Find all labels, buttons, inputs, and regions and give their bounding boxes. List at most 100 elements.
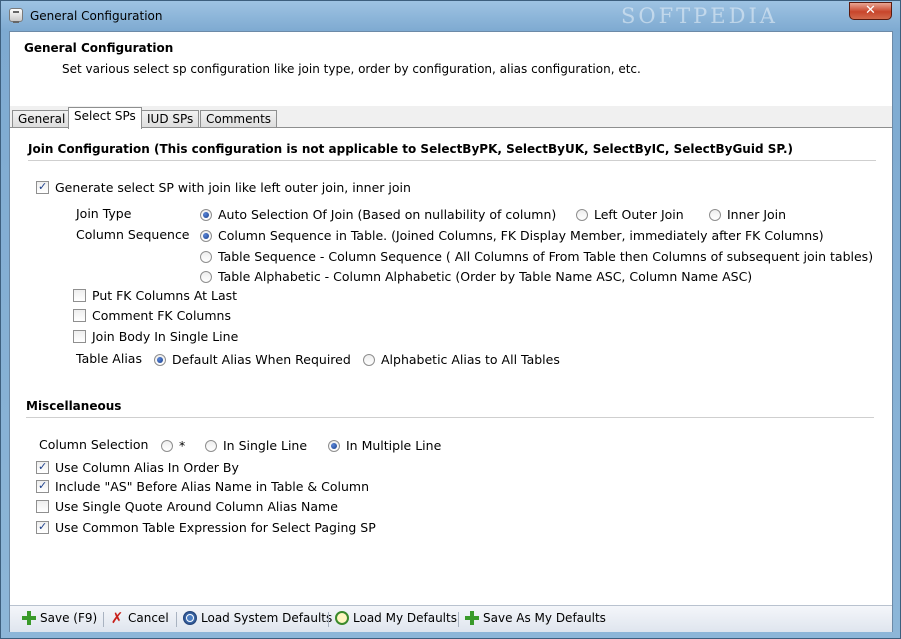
- column-sequence-table-label: Column Sequence in Table. (Joined Column…: [218, 228, 824, 243]
- generate-join-checkbox[interactable]: Generate select SP with join like left o…: [36, 180, 411, 195]
- toolbar-separator: [458, 612, 459, 627]
- tab-iud-sps[interactable]: IUD SPs: [141, 110, 200, 128]
- checkbox-box[interactable]: [36, 500, 49, 513]
- radio-dot[interactable]: [200, 229, 212, 242]
- radio-dot[interactable]: [161, 439, 173, 452]
- column-selection-star-radio[interactable]: *: [161, 438, 185, 453]
- checkbox-box[interactable]: [73, 309, 86, 322]
- radio-dot[interactable]: [709, 208, 721, 221]
- cte-paging-checkbox[interactable]: Use Common Table Expression for Select P…: [36, 520, 376, 535]
- column-selection-single-line-label: In Single Line: [223, 438, 308, 453]
- radio-dot[interactable]: [200, 208, 212, 221]
- toolbar-separator: [103, 612, 104, 627]
- join-type-left-outer-label: Left Outer Join: [594, 207, 684, 222]
- save-as-my-defaults-plus-icon: [465, 611, 479, 625]
- checkbox-box[interactable]: [36, 479, 49, 493]
- join-body-single-line-checkbox[interactable]: Join Body In Single Line: [73, 329, 238, 344]
- cancel-button-label: Cancel: [128, 611, 169, 625]
- checkbox-box[interactable]: [36, 460, 49, 474]
- join-type-left-outer-radio[interactable]: Left Outer Join: [576, 207, 684, 222]
- column-selection-multiple-line-label: In Multiple Line: [346, 438, 442, 453]
- toolbar-separator: [328, 612, 329, 627]
- cancel-button[interactable]: ✗ Cancel: [110, 609, 169, 627]
- save-button[interactable]: Save (F9): [22, 611, 97, 625]
- radio-dot[interactable]: [576, 208, 588, 221]
- join-config-title: Join Configuration (This configuration i…: [28, 142, 793, 156]
- header-description: Set various select sp configuration like…: [62, 62, 641, 76]
- title-bar[interactable]: General Configuration SOFTPEDIA ✕: [1, 1, 900, 31]
- column-alias-order-by-checkbox[interactable]: Use Column Alias In Order By: [36, 460, 239, 475]
- header-title: General Configuration: [24, 41, 174, 55]
- put-fk-columns-last-checkbox[interactable]: Put FK Columns At Last: [73, 288, 237, 303]
- save-button-label: Save (F9): [40, 611, 98, 625]
- column-selection-label: Column Selection: [39, 437, 149, 452]
- load-my-defaults-icon: [335, 611, 349, 625]
- tab-select-sps[interactable]: Select SPs: [68, 107, 142, 129]
- checkbox-box[interactable]: [73, 330, 86, 343]
- column-selection-single-line-radio[interactable]: In Single Line: [205, 438, 307, 453]
- include-as-checkbox[interactable]: Include "AS" Before Alias Name in Table …: [36, 479, 369, 494]
- toolbar-separator: [176, 612, 177, 627]
- comment-fk-columns-label: Comment FK Columns: [92, 308, 231, 323]
- join-config-divider: [28, 160, 876, 161]
- join-type-auto-label: Auto Selection Of Join (Based on nullabi…: [218, 207, 557, 222]
- load-my-defaults-button[interactable]: Load My Defaults: [335, 611, 457, 625]
- window-title: General Configuration: [30, 9, 163, 23]
- column-selection-star-label: *: [179, 438, 186, 453]
- load-system-defaults-button[interactable]: Load System Defaults: [183, 611, 332, 625]
- join-type-inner-label: Inner Join: [727, 207, 787, 222]
- table-alias-default-label: Default Alias When Required: [172, 352, 351, 367]
- tab-general[interactable]: General: [12, 110, 72, 128]
- app-icon: [9, 8, 23, 23]
- cancel-x-icon: ✗: [110, 609, 124, 627]
- single-quote-alias-checkbox[interactable]: Use Single Quote Around Column Alias Nam…: [36, 499, 338, 514]
- watermark-logo: SOFTPEDIA: [621, 4, 778, 28]
- join-type-label: Join Type: [76, 206, 132, 221]
- radio-dot[interactable]: [363, 353, 375, 366]
- column-sequence-table-seq-label: Table Sequence - Column Sequence ( All C…: [218, 249, 874, 264]
- tab-comments[interactable]: Comments: [200, 110, 278, 128]
- checkbox-box[interactable]: [36, 180, 49, 194]
- bottom-toolbar: Save (F9) ✗ Cancel Load System Defaults …: [10, 605, 892, 632]
- column-sequence-alpha-radio[interactable]: Table Alphabetic - Column Alphabetic (Or…: [200, 269, 752, 284]
- column-sequence-label: Column Sequence: [76, 227, 190, 242]
- close-button[interactable]: ✕: [849, 2, 892, 20]
- dialog-client: General Configuration Set various select…: [9, 31, 893, 632]
- radio-dot[interactable]: [328, 439, 340, 452]
- column-selection-multiple-line-radio[interactable]: In Multiple Line: [328, 438, 441, 453]
- table-alias-label: Table Alias: [76, 351, 142, 366]
- radio-dot[interactable]: [154, 353, 166, 366]
- column-sequence-table-seq-radio[interactable]: Table Sequence - Column Sequence ( All C…: [200, 249, 873, 264]
- dialog-header: General Configuration Set various select…: [10, 32, 892, 107]
- checkbox-box[interactable]: [36, 520, 49, 534]
- tab-strip: General Select SPs IUD SPs Comments: [10, 106, 892, 129]
- join-body-single-line-label: Join Body In Single Line: [92, 329, 239, 344]
- join-type-auto-radio[interactable]: Auto Selection Of Join (Based on nullabi…: [200, 207, 556, 222]
- column-sequence-alpha-label: Table Alphabetic - Column Alphabetic (Or…: [218, 269, 753, 284]
- save-as-my-defaults-button[interactable]: Save As My Defaults: [465, 611, 606, 625]
- radio-dot[interactable]: [200, 250, 212, 263]
- load-system-defaults-label: Load System Defaults: [201, 611, 333, 625]
- put-fk-columns-last-label: Put FK Columns At Last: [92, 288, 238, 303]
- checkbox-box[interactable]: [73, 289, 86, 302]
- misc-divider: [26, 417, 874, 418]
- generate-join-label: Generate select SP with join like left o…: [55, 180, 411, 195]
- join-type-inner-radio[interactable]: Inner Join: [709, 207, 786, 222]
- config-window: General Configuration SOFTPEDIA ✕ Genera…: [0, 0, 901, 639]
- include-as-label: Include "AS" Before Alias Name in Table …: [55, 479, 370, 494]
- load-my-defaults-label: Load My Defaults: [353, 611, 457, 625]
- column-sequence-table-radio[interactable]: Column Sequence in Table. (Joined Column…: [200, 228, 824, 243]
- misc-title: Miscellaneous: [26, 399, 122, 413]
- load-system-defaults-icon: [183, 611, 197, 625]
- table-alias-alphabetic-radio[interactable]: Alphabetic Alias to All Tables: [363, 352, 560, 367]
- comment-fk-columns-checkbox[interactable]: Comment FK Columns: [73, 308, 231, 323]
- save-as-my-defaults-label: Save As My Defaults: [483, 611, 606, 625]
- table-alias-default-radio[interactable]: Default Alias When Required: [154, 352, 351, 367]
- radio-dot[interactable]: [200, 270, 212, 283]
- cte-paging-label: Use Common Table Expression for Select P…: [55, 520, 376, 535]
- column-alias-order-by-label: Use Column Alias In Order By: [55, 460, 239, 475]
- table-alias-alphabetic-label: Alphabetic Alias to All Tables: [381, 352, 560, 367]
- single-quote-alias-label: Use Single Quote Around Column Alias Nam…: [55, 499, 338, 514]
- save-plus-icon: [22, 611, 36, 625]
- radio-dot[interactable]: [205, 439, 217, 452]
